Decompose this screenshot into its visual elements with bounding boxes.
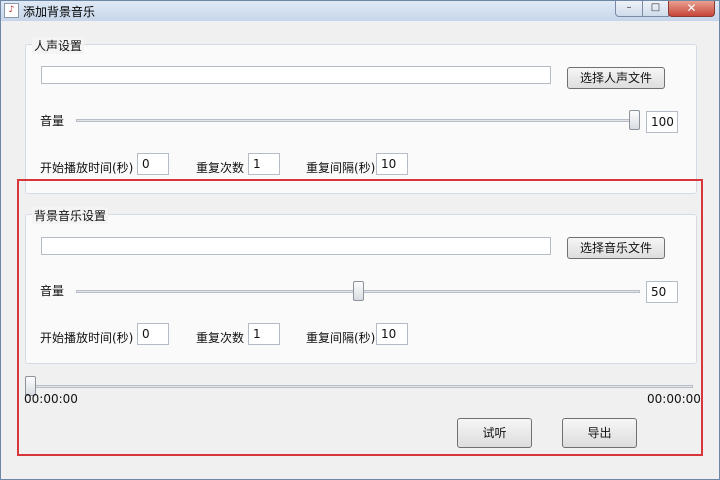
playback-progress-track[interactable] (27, 385, 693, 388)
title-bar[interactable]: ♪ 添加背景音乐 – □ ✕ (1, 1, 719, 21)
choose-bgm-file-button[interactable]: 选择音乐文件 (567, 237, 665, 259)
maximize-button[interactable]: □ (642, 1, 669, 17)
window-title: 添加背景音乐 (23, 5, 96, 19)
music-note-icon: ♪ (4, 3, 19, 18)
voice-volume-value-field[interactable]: 100 (646, 111, 678, 133)
bgm-repeat-interval-label: 重复间隔(秒) (306, 331, 376, 345)
minimize-icon: – (626, 2, 632, 13)
voice-volume-label: 音量 (40, 114, 65, 128)
voice-volume-slider-track[interactable] (76, 119, 640, 122)
bgm-repeat-count-label: 重复次数 (196, 331, 245, 345)
voice-settings-legend: 人声设置 (32, 37, 85, 54)
bgm-repeat-interval-field[interactable]: 10 (376, 323, 408, 345)
bgm-volume-label: 音量 (40, 284, 65, 298)
bgm-volume-value-field[interactable]: 50 (646, 281, 678, 303)
voice-volume-slider-thumb[interactable] (629, 110, 640, 130)
total-time: 00:00:00 (647, 392, 701, 406)
add-background-music-window: ♪ 添加背景音乐 – □ ✕ 人声设置 选择人声文件 音量 100 开始播放时间… (0, 0, 720, 480)
voice-start-time-field[interactable]: 0 (137, 153, 169, 175)
export-button[interactable]: 导出 (562, 418, 637, 448)
preview-button[interactable]: 试听 (457, 418, 532, 448)
close-button[interactable]: ✕ (668, 1, 715, 17)
voice-start-time-label: 开始播放时间(秒) (40, 161, 134, 175)
voice-repeat-interval-field[interactable]: 10 (376, 153, 408, 175)
bgm-repeat-count-field[interactable]: 1 (248, 323, 280, 345)
bgm-volume-slider-thumb[interactable] (352, 281, 364, 301)
bgm-file-path-input[interactable] (41, 237, 551, 255)
current-time: 00:00:00 (24, 392, 78, 406)
maximize-icon: □ (650, 2, 661, 13)
bgm-settings-legend: 背景音乐设置 (32, 207, 109, 224)
dialog-body: 人声设置 选择人声文件 音量 100 开始播放时间(秒) 0 重复次数 1 重复… (2, 21, 718, 479)
voice-repeat-count-label: 重复次数 (196, 161, 245, 175)
choose-voice-file-button[interactable]: 选择人声文件 (567, 67, 665, 89)
minimize-button[interactable]: – (615, 1, 643, 17)
bgm-start-time-label: 开始播放时间(秒) (40, 331, 134, 345)
bgm-start-time-field[interactable]: 0 (137, 323, 169, 345)
bgm-settings-group: 背景音乐设置 选择音乐文件 音量 50 开始播放时间(秒) 0 重复次数 1 重… (25, 207, 697, 364)
voice-repeat-count-field[interactable]: 1 (248, 153, 280, 175)
voice-settings-group: 人声设置 选择人声文件 音量 100 开始播放时间(秒) 0 重复次数 1 重复… (25, 37, 697, 194)
voice-repeat-interval-label: 重复间隔(秒) (306, 161, 376, 175)
voice-file-path-input[interactable] (41, 66, 551, 84)
close-icon: ✕ (686, 1, 697, 15)
